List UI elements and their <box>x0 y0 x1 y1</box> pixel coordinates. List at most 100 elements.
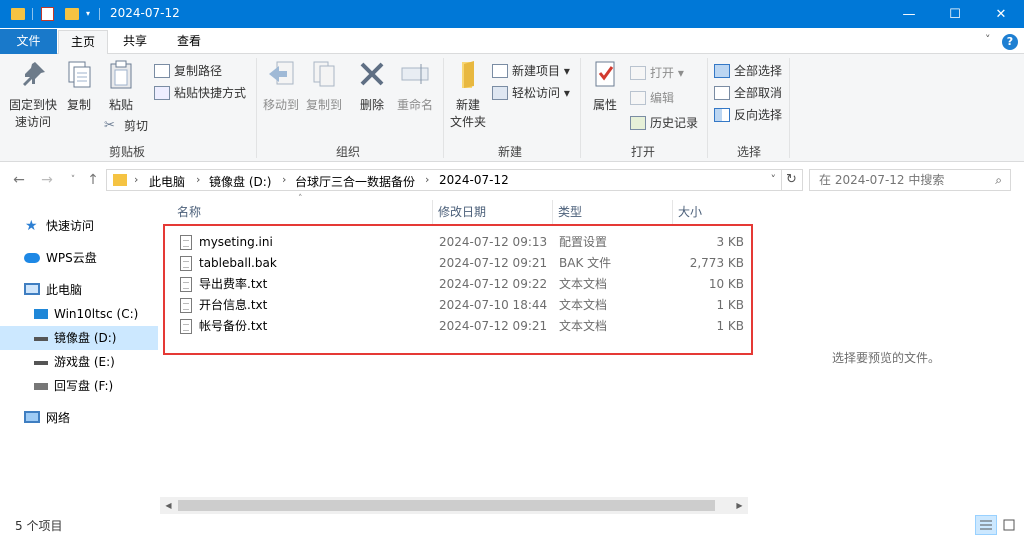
up-arrow-icon[interactable]: ↑ <box>84 171 102 189</box>
edit-button[interactable]: 编辑 <box>630 88 674 108</box>
new-folder-button[interactable]: 新建 文件夹 <box>446 58 490 131</box>
copy-to-label: 复制到 <box>305 98 342 112</box>
nav-item-network[interactable]: 网络 <box>0 406 158 430</box>
highlight-annotation <box>163 224 753 355</box>
new-folder-icon <box>462 61 474 88</box>
nav-label: 快速访问 <box>46 219 95 233</box>
breadcrumb-backup-folder[interactable]: 台球厅三合一数据备份 <box>295 173 415 190</box>
nav-item-wps-cloud[interactable]: WPS云盘 <box>0 246 158 270</box>
network-drive-icon <box>34 383 48 390</box>
rename-button[interactable]: 重命名 <box>394 58 436 114</box>
tab-home[interactable]: 主页 <box>58 30 109 55</box>
folder-icon <box>113 174 127 186</box>
chevron-down-icon[interactable]: ˅ <box>985 33 991 46</box>
close-button[interactable]: ✕ <box>978 0 1024 28</box>
select-all-label: 全部选择 <box>734 64 783 78</box>
scissors-icon: ✂ <box>104 118 115 133</box>
search-box[interactable]: ⌕ <box>809 169 1011 191</box>
new-folder-quick-icon[interactable] <box>65 8 79 20</box>
breadcrumb-separator[interactable]: › <box>425 173 429 186</box>
copy-path-button[interactable]: 复制路径 <box>154 61 222 81</box>
nav-label: 此电脑 <box>46 283 83 297</box>
scroll-left-icon[interactable]: ◀ <box>160 499 177 512</box>
move-to-button[interactable]: 移动到 <box>261 58 301 114</box>
sort-ascending-icon: ˄ <box>298 194 303 204</box>
large-icons-view-icon[interactable] <box>998 515 1020 535</box>
select-all-button[interactable]: 全部选择 <box>714 61 782 81</box>
search-icon[interactable]: ⌕ <box>995 173 1002 188</box>
copy-label: 复制 <box>66 98 91 112</box>
navigation-bar: ← → ˅ ↑ › 此电脑 › 镜像盘 (D:) › 台球厅三合一数据备份 › … <box>0 165 1024 195</box>
nav-item-drive-e[interactable]: 游戏盘 (E:) <box>0 350 158 374</box>
nav-item-this-pc[interactable]: 此电脑 <box>0 278 158 302</box>
delete-button[interactable]: 删除 <box>354 58 390 114</box>
horizontal-scrollbar[interactable]: ◀ ▶ <box>160 497 748 514</box>
rename-label: 重命名 <box>396 98 433 112</box>
column-header-type[interactable]: 类型 <box>558 203 582 223</box>
nav-item-quick-access[interactable]: ★ 快速访问 <box>0 214 158 238</box>
breadcrumb-this-pc[interactable]: 此电脑 <box>149 173 185 190</box>
breadcrumb-separator[interactable]: › <box>282 173 286 186</box>
divider <box>707 58 708 158</box>
minimize-button[interactable]: — <box>886 0 932 28</box>
select-none-button[interactable]: 全部取消 <box>714 83 782 103</box>
cut-button[interactable]: ✂ 剪切 <box>104 116 148 136</box>
column-header-size[interactable]: 大小 <box>678 203 702 223</box>
column-header-date[interactable]: 修改日期 <box>438 203 486 223</box>
nav-item-drive-d[interactable]: 镜像盘 (D:) <box>0 326 158 350</box>
scroll-right-icon[interactable]: ▶ <box>731 499 748 512</box>
breadcrumb-separator[interactable]: › <box>134 173 138 186</box>
recent-locations-icon[interactable]: ˅ <box>64 171 82 189</box>
status-item-count: 5 个项目 <box>15 519 63 533</box>
refresh-icon[interactable]: ↻ <box>781 169 803 191</box>
maximize-button[interactable]: ☐ <box>932 0 978 28</box>
new-item-button[interactable]: 新建项目 ▾ <box>492 61 570 81</box>
invert-selection-button[interactable]: 反向选择 <box>714 105 782 125</box>
tab-share[interactable]: 共享 <box>111 30 159 54</box>
group-label-open: 打开 <box>630 145 655 159</box>
scrollbar-thumb[interactable] <box>178 500 715 511</box>
easy-access-button[interactable]: 轻松访问 ▾ <box>492 83 570 103</box>
nav-label: Win10ltsc (C:) <box>54 307 139 321</box>
tab-file[interactable]: 文件 <box>0 29 57 54</box>
open-button[interactable]: 打开 ▾ <box>630 63 684 83</box>
group-label-clipboard: 剪贴板 <box>108 145 145 159</box>
column-header-name[interactable]: 名称 <box>177 203 201 223</box>
pin-icon <box>23 62 45 86</box>
new-item-label: 新建项目 <box>512 64 561 78</box>
network-icon <box>24 411 40 423</box>
paste-shortcut-button[interactable]: 粘贴快捷方式 <box>154 83 246 103</box>
nav-item-drive-f[interactable]: 回写盘 (F:) <box>0 374 158 398</box>
customize-quick-access-icon[interactable]: ▾ <box>86 9 94 18</box>
breadcrumb-drive-d[interactable]: 镜像盘 (D:) <box>209 173 271 190</box>
search-input[interactable] <box>810 170 980 190</box>
divider <box>443 58 444 158</box>
divider <box>32 8 33 20</box>
back-arrow-icon[interactable]: ← <box>10 171 28 189</box>
forward-arrow-icon[interactable]: → <box>38 171 56 189</box>
large-icons-view-glyph <box>1003 519 1015 531</box>
details-view-icon[interactable] <box>975 515 997 535</box>
address-bar[interactable]: › 此电脑 › 镜像盘 (D:) › 台球厅三合一数据备份 › 2024-07-… <box>106 169 782 191</box>
copy-button[interactable]: 复制 <box>62 58 96 114</box>
properties-quick-icon[interactable] <box>41 7 54 21</box>
column-divider[interactable] <box>552 200 553 226</box>
tab-view[interactable]: 查看 <box>165 30 213 54</box>
breadcrumb-current-folder[interactable]: 2024-07-12 <box>439 173 509 187</box>
column-divider[interactable] <box>432 200 433 226</box>
address-dropdown-icon[interactable]: ˅ <box>771 173 777 186</box>
paste-button[interactable]: 粘贴 <box>104 58 138 114</box>
invert-selection-label: 反向选择 <box>734 108 783 122</box>
invert-selection-icon <box>714 108 730 122</box>
history-button[interactable]: 历史记录 <box>630 113 698 133</box>
properties-button[interactable]: 属性 <box>587 58 623 114</box>
copy-to-button[interactable]: 复制到 <box>304 58 344 114</box>
help-icon[interactable]: ? <box>1002 34 1018 50</box>
select-none-label: 全部取消 <box>734 86 783 100</box>
preview-message: 选择要预览的文件。 <box>832 351 941 365</box>
column-divider[interactable] <box>672 200 673 226</box>
pin-to-quick-access-button[interactable]: 固定到快 速访问 <box>6 58 60 131</box>
breadcrumb-separator[interactable]: › <box>196 173 200 186</box>
nav-item-drive-c[interactable]: Win10ltsc (C:) <box>0 302 158 326</box>
open-icon <box>630 66 646 80</box>
